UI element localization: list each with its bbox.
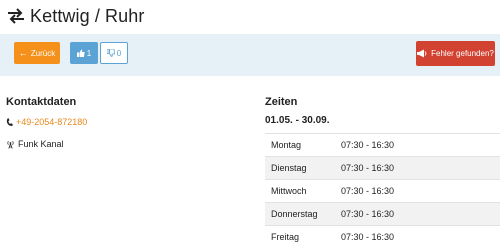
report-error-label: Fehler gefunden? [431, 49, 494, 58]
radio-channel-label: Funk Kanal [18, 139, 64, 149]
radio-channel: Funk Kanal [6, 139, 64, 149]
hours-row: Dienstag 07:30 - 16:30 [265, 156, 500, 179]
megaphone-icon [417, 49, 427, 58]
time-range: 07:30 - 16:30 [341, 186, 395, 196]
day-label: Mittwoch [271, 186, 307, 196]
time-range: 07:30 - 16:30 [341, 163, 395, 173]
day-label: Donnerstag [271, 209, 318, 219]
hours-row: Montag 07:30 - 16:30 [265, 133, 500, 156]
thumbs-down-icon [106, 49, 115, 57]
action-toolbar: ← Zurück 1 0 Fehler gefunden? [0, 34, 500, 76]
day-label: Montag [271, 140, 302, 150]
dislike-count: 0 [116, 48, 122, 58]
hours-row: Freitag 07:30 - 16:30 [265, 225, 500, 248]
dislike-button[interactable]: 0 [100, 42, 128, 64]
back-button-label: Zurück [30, 48, 56, 58]
time-range: 07:30 - 16:30 [341, 232, 395, 242]
day-label: Freitag [271, 232, 300, 242]
day-label: Dienstag [271, 163, 307, 173]
like-button[interactable]: 1 [70, 42, 98, 64]
like-count: 1 [86, 48, 92, 58]
hours-heading: Zeiten [265, 96, 298, 108]
arrow-left-icon: ← [18, 48, 28, 58]
thumbs-up-icon [76, 49, 85, 57]
report-error-button[interactable]: Fehler gefunden? [416, 41, 495, 66]
hours-row: Mittwoch 07:30 - 16:30 [265, 179, 500, 202]
time-range: 07:30 - 16:30 [341, 140, 395, 150]
radio-tower-icon [7, 140, 14, 149]
page-title: Kettwig / Ruhr [30, 5, 145, 26]
phone-icon [6, 118, 13, 126]
time-range: 07:30 - 16:30 [341, 209, 395, 219]
swap-arrows-icon [8, 8, 24, 24]
page-header: Kettwig / Ruhr [6, 4, 144, 28]
hours-row: Donnerstag 07:30 - 16:30 [265, 202, 500, 225]
phone-number-link[interactable]: +49-2054-872180 [16, 117, 87, 127]
contact-heading: Kontaktdaten [6, 96, 77, 108]
season-date-range: 01.05. - 30.09. [265, 115, 330, 126]
back-button[interactable]: ← Zurück [14, 42, 60, 64]
opening-hours-table: Montag 07:30 - 16:30 Dienstag 07:30 - 16… [265, 133, 500, 248]
phone-contact[interactable]: +49-2054-872180 [6, 117, 87, 127]
